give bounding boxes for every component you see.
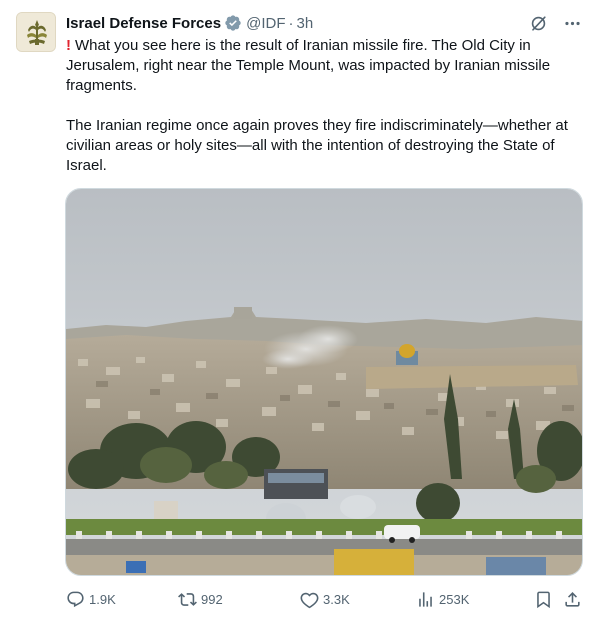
repost-count: 992 bbox=[201, 592, 223, 607]
separator-dot: · bbox=[288, 14, 294, 32]
heart-icon bbox=[300, 592, 319, 609]
share-button[interactable] bbox=[563, 590, 582, 609]
reply-count: 1.9K bbox=[89, 592, 116, 607]
tweet-header: Israel Defense Forces @IDF · 3h bbox=[66, 13, 582, 33]
share-icon bbox=[565, 592, 580, 607]
tweet-paragraph-1: ! What you see here is the result of Iran… bbox=[66, 36, 582, 96]
display-name[interactable]: Israel Defense Forces bbox=[66, 15, 221, 32]
tweet-actions: 1.9K 992 3.3K 253K bbox=[66, 590, 582, 610]
tweet-photo[interactable] bbox=[65, 188, 583, 576]
reply-icon bbox=[67, 591, 84, 608]
views-chart-icon bbox=[419, 592, 432, 607]
idf-emblem-icon bbox=[17, 13, 55, 51]
repost-button[interactable]: 992 bbox=[178, 590, 223, 609]
grok-icon[interactable] bbox=[528, 13, 548, 33]
avatar[interactable] bbox=[16, 12, 56, 52]
views-button[interactable]: 253K bbox=[416, 590, 469, 609]
like-count: 3.3K bbox=[323, 592, 350, 607]
repost-icon bbox=[178, 593, 197, 606]
header-actions bbox=[528, 13, 582, 33]
exclamation-icon: ! bbox=[66, 37, 71, 54]
timestamp[interactable]: 3h bbox=[296, 15, 313, 32]
like-button[interactable]: 3.3K bbox=[300, 590, 350, 609]
paragraph-1-text: What you see here is the result of Irani… bbox=[66, 37, 551, 94]
bookmark-button[interactable] bbox=[534, 590, 553, 609]
tweet-text: ! What you see here is the result of Iran… bbox=[66, 36, 582, 176]
jerusalem-photo-image bbox=[66, 189, 582, 575]
reply-button[interactable]: 1.9K bbox=[66, 590, 116, 609]
handle[interactable]: @IDF bbox=[246, 15, 285, 32]
tweet-paragraph-2: The Iranian regime once again proves the… bbox=[66, 117, 568, 174]
verified-badge-icon[interactable] bbox=[224, 14, 242, 32]
views-count: 253K bbox=[439, 592, 470, 607]
tweet: Israel Defense Forces @IDF · 3h ! What y… bbox=[0, 0, 598, 624]
bookmark-icon bbox=[537, 591, 550, 609]
more-icon[interactable] bbox=[562, 13, 582, 33]
